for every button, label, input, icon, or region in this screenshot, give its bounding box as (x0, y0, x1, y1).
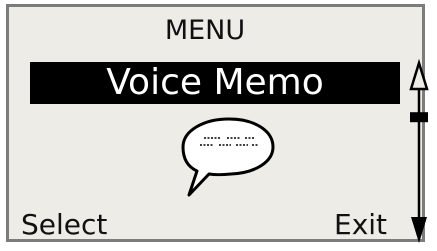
scroll-thumb[interactable] (410, 112, 428, 123)
scroll-up-arrow-icon[interactable] (409, 59, 429, 91)
selected-menu-item-label: Voice Memo (106, 62, 324, 103)
exit-softkey[interactable]: Exit (334, 211, 387, 239)
menu-title: MENU (164, 15, 246, 46)
selected-menu-item[interactable]: Voice Memo (30, 62, 400, 104)
scroll-down-arrow-icon[interactable] (411, 217, 427, 243)
speech-bubble-icon (181, 117, 275, 197)
lcd-screen: MENU Voice Memo Select Exit (6, 4, 429, 243)
select-softkey[interactable]: Select (21, 211, 107, 239)
scrollbar[interactable] (404, 59, 434, 243)
